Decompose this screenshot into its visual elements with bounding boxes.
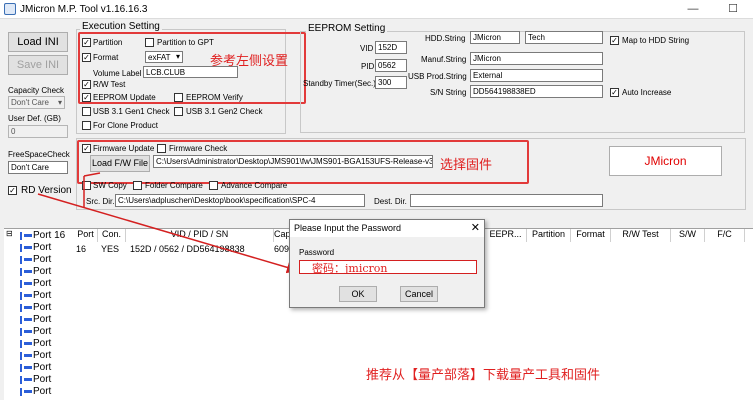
- password-label: Password: [299, 248, 335, 257]
- password-input[interactable]: 密码：jmicron: [299, 260, 477, 274]
- dialog-title: Please Input the Password: [294, 223, 402, 233]
- password-value: 密码：jmicron: [312, 262, 388, 274]
- arrow-line: [83, 172, 101, 177]
- arrow-line: [37, 193, 299, 274]
- password-dialog: Please Input the Password ✕ Password 密码：…: [289, 219, 485, 308]
- annotation-recommend: 推荐从【量产部落】下载量产工具和固件: [366, 368, 601, 383]
- dialog-title-bar: Please Input the Password ✕: [290, 220, 484, 237]
- annotation-arrows: [37, 172, 299, 274]
- ok-button[interactable]: OK: [339, 286, 377, 302]
- close-icon[interactable]: ✕: [471, 221, 480, 234]
- cancel-button[interactable]: Cancel: [400, 286, 438, 302]
